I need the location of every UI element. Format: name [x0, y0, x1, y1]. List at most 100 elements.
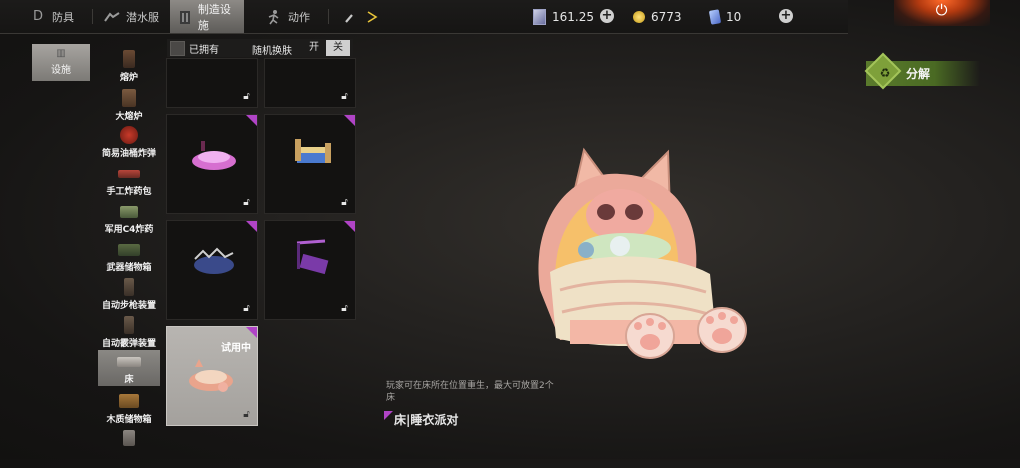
- lock-icon: 🔓︎: [341, 91, 348, 102]
- list-item-c4[interactable]: 军用C4炸药: [98, 200, 160, 238]
- book-icon: [533, 8, 546, 25]
- list-item-label: 熔炉: [119, 73, 138, 83]
- armor-icon: D: [32, 9, 43, 24]
- play-arrow-icon: [366, 9, 378, 25]
- tab-armor-label: 防具: [52, 10, 74, 24]
- skin-slot[interactable]: 🔓︎: [264, 114, 356, 214]
- item-name-text: 床|睡衣派对: [394, 413, 459, 427]
- list-item-weapon-box[interactable]: 武器储物箱: [98, 238, 160, 276]
- tab-armor[interactable]: D 防具: [22, 0, 94, 33]
- coin-resource: 6773: [633, 0, 682, 33]
- list-item-auto-shotgun[interactable]: 自动霰弹装置: [98, 314, 160, 352]
- card-count: 10: [726, 9, 742, 24]
- lock-icon: 🔓︎: [341, 197, 348, 208]
- skin-slot[interactable]: 🔓︎: [166, 58, 258, 108]
- owned-checkbox[interactable]: [170, 41, 185, 56]
- random-skin-off-button[interactable]: 关: [326, 40, 350, 56]
- wood-box-icon: [119, 394, 139, 408]
- list-item-label: 自动霰弹装置: [101, 339, 156, 349]
- auto-shotgun-icon: [124, 316, 134, 334]
- recycle-icon: ♻︎: [879, 66, 891, 80]
- list-item-label: 武器储物箱: [106, 263, 152, 273]
- book-count: 161.25: [552, 9, 594, 24]
- list-item-oil-bomb[interactable]: 简易油桶炸弹: [98, 124, 160, 162]
- tab-paint[interactable]: [336, 0, 378, 33]
- skin-slot-selected[interactable]: 试用中 🔓︎: [166, 326, 258, 426]
- bed-skin-purple-art: [296, 239, 329, 275]
- weapon-box-icon: [118, 244, 140, 256]
- card-icon: [708, 8, 722, 25]
- list-item-big-furnace[interactable]: 大熔炉: [98, 87, 160, 125]
- lock-icon: 🔓︎: [243, 303, 250, 314]
- add-cards-button[interactable]: +: [779, 9, 793, 23]
- divider: [328, 9, 329, 24]
- divesuit-icon: [104, 9, 120, 25]
- auto-rifle-icon: [124, 278, 134, 296]
- coin-count: 6773: [651, 9, 682, 24]
- lock-icon: 🔓︎: [243, 197, 250, 208]
- bed-skin-dark-art: [194, 247, 234, 274]
- skin-slot[interactable]: 🔓︎: [166, 114, 258, 214]
- tab-action-label: 动作: [288, 10, 310, 24]
- list-item-label: 简易油桶炸弹: [101, 149, 156, 159]
- rarity-corner: [246, 327, 257, 338]
- random-skin-label: 随机换肤: [252, 46, 292, 57]
- lock-icon: 🔓︎: [341, 303, 348, 314]
- book-resource: 161.25: [533, 0, 594, 33]
- list-item-bed[interactable]: 床: [98, 350, 160, 386]
- brush-icon: [344, 9, 360, 25]
- lock-icon: 🔓︎: [243, 91, 250, 102]
- list-item-next[interactable]: [98, 430, 160, 468]
- item-name: 床|睡衣派对: [384, 411, 459, 428]
- decompose-label: 分解: [906, 67, 931, 81]
- owned-label: 已拥有: [189, 45, 219, 56]
- list-item-label: 自动步枪装置: [101, 301, 156, 311]
- coin-icon: [633, 10, 645, 23]
- tab-facility[interactable]: 制造设施: [170, 0, 244, 33]
- item-list: 熔炉 大熔炉 简易油桶炸弹 手工炸药包 军用C4炸药 武器储物箱 自动步枪装置 …: [98, 40, 160, 459]
- power-icon[interactable]: ⏻: [933, 2, 950, 19]
- top-bar: D 防具 潜水服 制造设施 动作 161.25 + 6773 10 +: [0, 0, 848, 34]
- skin-slot[interactable]: 🔓︎: [166, 220, 258, 320]
- category-facility[interactable]: ▥ 设施: [32, 44, 90, 81]
- furnace-icon: [123, 50, 135, 68]
- filter-bar: 已拥有 随机换肤 开 关: [167, 39, 353, 57]
- tab-divesuit-label: 潜水服: [126, 10, 159, 24]
- card-resource: 10: [708, 0, 742, 33]
- list-item-explosive-pack[interactable]: 手工炸药包: [98, 162, 160, 200]
- list-item-furnace[interactable]: 熔炉: [98, 48, 160, 86]
- rarity-mark: [384, 411, 393, 420]
- rarity-corner: [246, 115, 257, 126]
- add-books-button[interactable]: +: [600, 9, 614, 23]
- decompose-button[interactable]: ♻︎ 分解: [864, 52, 980, 90]
- tab-facility-label: 制造设施: [197, 2, 231, 32]
- random-skin-on-button[interactable]: 开: [304, 40, 324, 56]
- bed-icon: [117, 357, 141, 367]
- skin-slot[interactable]: 🔓︎: [264, 58, 356, 108]
- item-description: 玩家可在床所在位置重生，最大可放置2个床: [386, 381, 554, 403]
- action-icon: [266, 9, 282, 25]
- divider: [92, 9, 93, 24]
- rarity-corner: [344, 221, 355, 232]
- list-item-label: 床: [124, 375, 134, 385]
- storage-icon: [123, 430, 135, 446]
- c4-icon: [120, 206, 138, 218]
- tab-divesuit[interactable]: 潜水服: [96, 0, 170, 33]
- category-label: 设施: [51, 65, 71, 76]
- facility-icon: [178, 9, 192, 25]
- lock-icon: 🔓︎: [243, 409, 250, 420]
- list-item-auto-rifle[interactable]: 自动步枪装置: [98, 276, 160, 314]
- bed-skin-pajama-art: [189, 359, 233, 392]
- list-item-label: 木质储物箱: [106, 415, 152, 425]
- skin-slot[interactable]: 🔓︎: [264, 220, 356, 320]
- explosive-pack-icon: [118, 170, 140, 178]
- list-item-wood-box[interactable]: 木质储物箱: [98, 390, 160, 428]
- big-furnace-icon: [122, 89, 136, 107]
- rarity-corner: [344, 115, 355, 126]
- list-item-label: 大熔炉: [115, 112, 143, 122]
- bed-preview-model: [538, 147, 747, 359]
- tab-action[interactable]: 动作: [258, 0, 324, 33]
- rarity-corner: [246, 221, 257, 232]
- facility-small-icon: ▥: [56, 48, 66, 59]
- list-item-label: 军用C4炸药: [104, 225, 154, 235]
